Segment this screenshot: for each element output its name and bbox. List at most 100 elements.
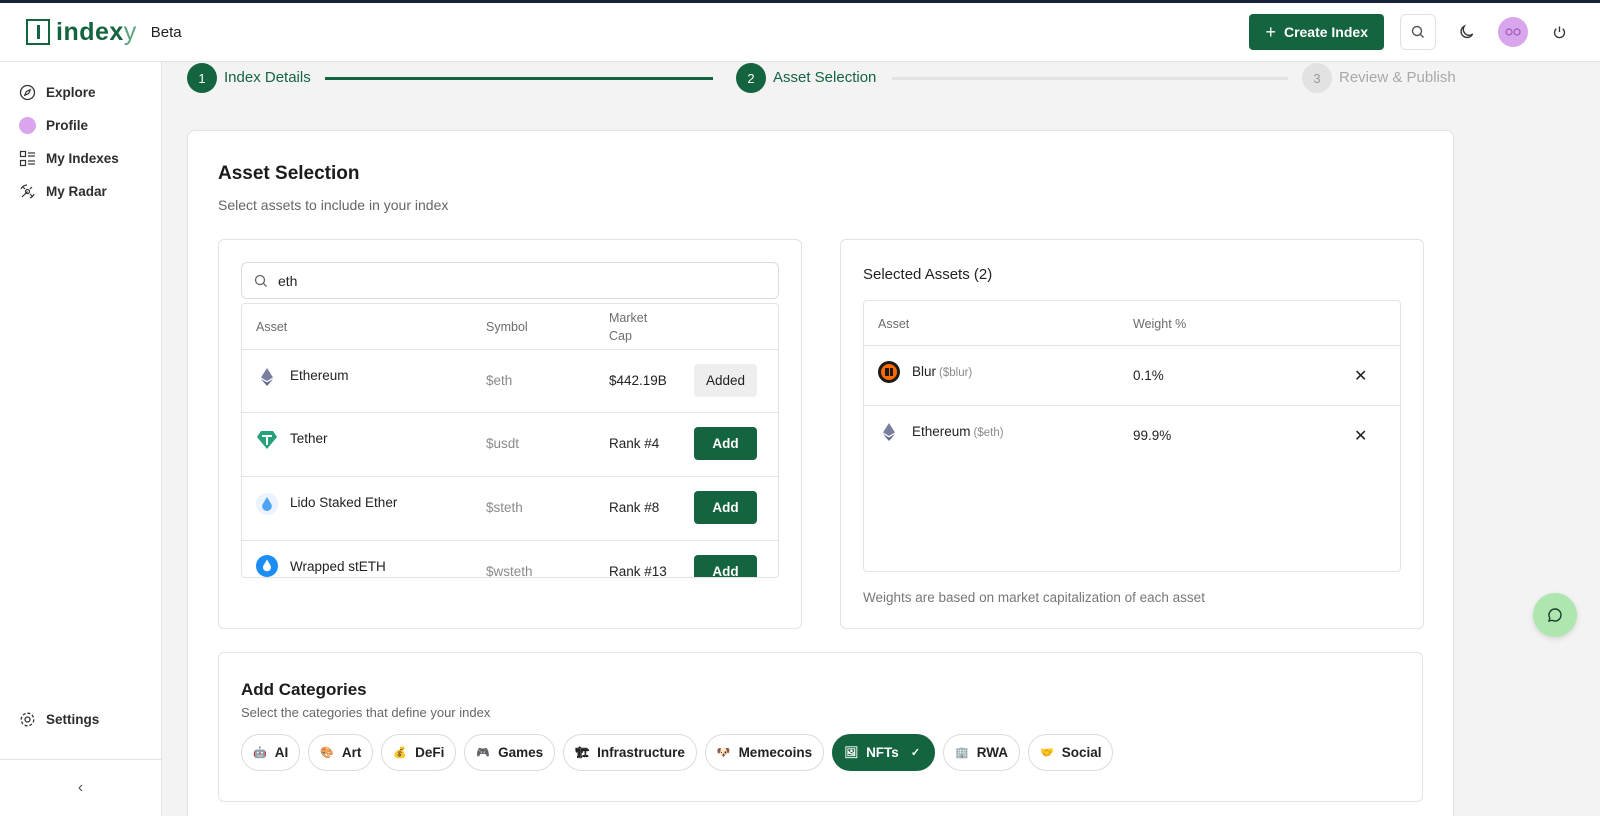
ethereum-icon: [256, 366, 278, 388]
asset-symbol: $steth: [486, 500, 523, 515]
step-1-label: Index Details: [224, 69, 311, 86]
selected-assets-title: Selected Assets (2): [863, 266, 993, 283]
close-icon: ✕: [1354, 428, 1368, 445]
sidebar-item-profile[interactable]: Profile: [0, 109, 161, 142]
list-icon: [19, 150, 35, 167]
selected-asset-weight: 99.9%: [1133, 428, 1172, 443]
selected-assets-table: Asset Weight % Blur ($blur) 0.1% ✕ Ethere…: [863, 300, 1401, 572]
asset-market-cap: Rank #8: [609, 500, 660, 515]
beta-label: Beta: [150, 23, 182, 41]
asset-results-table: Asset Symbol Market Cap Ethereum $eth $44…: [241, 303, 779, 578]
sidebar: Explore Profile My Indexes My Radar Sett…: [0, 62, 162, 816]
table-row: Blur ($blur) 0.1% ✕: [864, 345, 1400, 405]
theme-toggle-button[interactable]: [1452, 17, 1482, 47]
dog-icon: 🐶: [716, 747, 731, 759]
categories-card: Add Categories Select the categories tha…: [218, 652, 1423, 802]
remove-asset-button[interactable]: ✕: [1354, 426, 1367, 446]
lido-icon: [256, 493, 278, 515]
weights-note: Weights are based on market capitalizati…: [863, 590, 1205, 605]
table-row: Ethereum ($eth) 99.9% ✕: [864, 405, 1400, 465]
blur-icon: [878, 361, 900, 383]
step-connector-1: [325, 77, 713, 80]
remove-asset-button[interactable]: ✕: [1354, 366, 1367, 386]
plus-icon: +: [1265, 21, 1276, 42]
radar-icon: [20, 184, 35, 199]
table-row: Lido Staked Ether $steth Rank #8 Add: [242, 476, 778, 540]
selected-asset-name: Blur ($blur): [912, 364, 973, 379]
step-1-circle: 1: [187, 63, 217, 93]
search-button[interactable]: [1400, 14, 1436, 50]
sidebar-item-explore[interactable]: Explore: [0, 76, 161, 109]
table-row: Tether $usdt Rank #4 Add: [242, 412, 778, 476]
logo[interactable]: indexy Beta: [26, 18, 182, 47]
category-chip-social[interactable]: 🤝 Social: [1028, 734, 1114, 771]
top-bar: indexy Beta + Create Index: [0, 3, 1600, 62]
category-chip-defi[interactable]: 💰 DeFi: [381, 734, 457, 771]
search-input[interactable]: eth: [241, 262, 779, 299]
create-index-label: Create Index: [1283, 24, 1368, 40]
collapse-sidebar-button[interactable]: ‹: [0, 759, 161, 816]
logout-button[interactable]: [1544, 17, 1574, 47]
column-header-symbol: Symbol: [486, 320, 528, 334]
add-asset-button[interactable]: Add: [694, 555, 757, 577]
step-connector-2: [892, 77, 1288, 80]
category-chip-nfts[interactable]: 🖼 NFTs ✓: [832, 734, 936, 771]
page-title: Asset Selection: [218, 163, 360, 184]
category-chip-games[interactable]: 🎮 Games: [464, 734, 556, 771]
category-chip-ai[interactable]: 🤖 AI: [241, 734, 301, 771]
column-header-market-cap: Market Cap: [609, 311, 648, 343]
sidebar-item-label: Explore: [46, 85, 96, 100]
column-header-asset: Asset: [256, 320, 288, 334]
add-asset-button[interactable]: Add: [694, 427, 757, 460]
create-index-button[interactable]: + Create Index: [1249, 14, 1384, 50]
added-button[interactable]: Added: [694, 364, 757, 397]
sidebar-item-settings[interactable]: Settings: [0, 703, 161, 736]
power-icon: [1553, 26, 1565, 38]
avatar-pattern-icon: [1505, 28, 1521, 36]
sidebar-item-label: My Radar: [46, 184, 107, 199]
add-asset-button[interactable]: Add: [694, 491, 757, 524]
selected-assets-panel: Selected Assets (2) Asset Weight % Blur(…: [840, 239, 1424, 629]
money-bag-icon: 💰: [393, 747, 408, 759]
search-value: eth: [278, 272, 298, 289]
gear-icon: [20, 712, 35, 727]
sidebar-item-my-radar[interactable]: My Radar: [0, 175, 161, 208]
step-3-circle: 3: [1302, 63, 1332, 93]
page-subtitle: Select assets to include in your index: [218, 197, 449, 213]
category-chip-memecoins[interactable]: 🐶 Memecoins: [704, 734, 825, 771]
chat-button[interactable]: [1533, 593, 1577, 637]
asset-symbol: $eth: [486, 373, 513, 388]
category-chip-rwa[interactable]: 🏢 RWA: [943, 734, 1020, 771]
asset-name: Lido Staked Ether: [290, 495, 398, 510]
handshake-icon: 🤝: [1040, 747, 1054, 759]
category-chip-art[interactable]: 🎨 Art: [308, 734, 374, 771]
table-row: Wrapped stETH $wsteth Rank #13 Add: [242, 540, 778, 578]
selected-asset-name: Ethereum ($eth): [912, 424, 1004, 439]
category-chip-infrastructure[interactable]: 🏗 Infrastructure: [563, 734, 697, 771]
categories-subtitle: Select the categories that define your i…: [241, 705, 491, 720]
logo-icon: [26, 19, 50, 45]
table-row: Ethereum $eth $442.19B Added: [242, 349, 778, 413]
step-2-label: Asset Selection: [773, 69, 877, 86]
avatar: [19, 117, 36, 134]
step-3-label: Review & Publish: [1339, 69, 1456, 86]
check-icon: ✓: [910, 747, 921, 759]
gamepad-icon: 🎮: [476, 747, 491, 759]
asset-market-cap: Rank #4: [609, 436, 660, 451]
palette-icon: 🎨: [320, 747, 334, 759]
chat-icon: [1548, 608, 1562, 622]
sidebar-item-my-indexes[interactable]: My Indexes: [0, 142, 161, 175]
asset-symbol: $wsteth: [486, 564, 533, 578]
wrapped-steth-icon: [256, 555, 278, 577]
asset-name: Ethereum: [290, 368, 349, 383]
picture-icon: 🖼: [844, 747, 859, 759]
settings-label: Settings: [46, 712, 100, 727]
logo-text: indexy: [56, 17, 137, 46]
compass-icon: [19, 84, 36, 101]
user-avatar[interactable]: [1498, 17, 1528, 47]
search-icon: [1411, 25, 1424, 38]
asset-name: Wrapped stETH: [290, 559, 386, 574]
asset-market-cap: Rank #13: [609, 564, 667, 578]
sidebar-item-label: My Indexes: [46, 151, 119, 166]
category-chips: 🤖 AI 🎨 Art 💰 DeFi 🎮 Games 🏗 Infrastructure 🐶 M…: [241, 734, 1114, 771]
